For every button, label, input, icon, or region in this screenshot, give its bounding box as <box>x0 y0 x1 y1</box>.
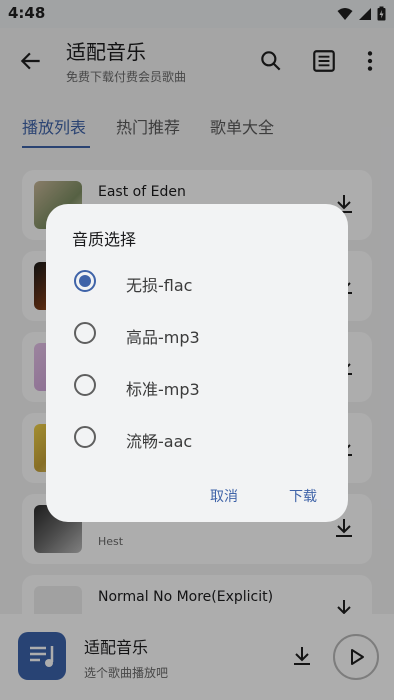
radio-button[interactable] <box>74 374 96 396</box>
quality-option-standard-mp3[interactable]: 标准-mp3 <box>46 362 348 410</box>
option-label: 无损-flac <box>126 276 193 295</box>
quality-option-high-mp3[interactable]: 高品-mp3 <box>46 310 348 358</box>
radio-button[interactable] <box>74 426 96 448</box>
dialog-title: 音质选择 <box>72 230 137 249</box>
option-label: 高品-mp3 <box>126 328 200 347</box>
option-label: 流畅-aac <box>126 432 193 451</box>
quality-dialog: 音质选择 无损-flac 高品-mp3 标准-mp3 流畅-aac 取消 下载 <box>46 204 348 522</box>
cancel-button[interactable]: 取消 <box>210 486 238 506</box>
quality-option-aac[interactable]: 流畅-aac <box>46 414 348 462</box>
radio-button[interactable] <box>74 322 96 344</box>
radio-button[interactable] <box>74 270 96 292</box>
quality-option-flac[interactable]: 无损-flac <box>46 258 348 306</box>
option-label: 标准-mp3 <box>126 380 200 399</box>
download-button[interactable]: 下载 <box>289 486 317 506</box>
